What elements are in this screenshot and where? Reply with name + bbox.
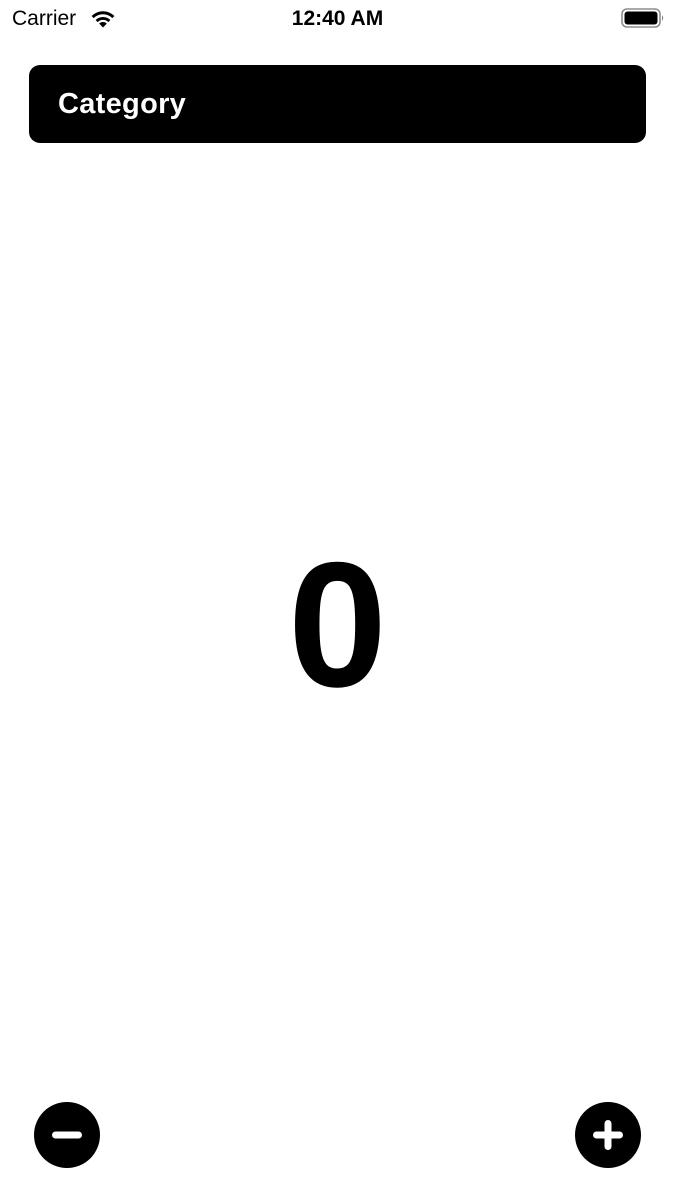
category-title: Category: [58, 87, 187, 120]
status-bar: Carrier 12:40 AM: [0, 0, 675, 38]
category-header[interactable]: Category: [29, 65, 646, 143]
minus-circle-icon: [52, 1131, 82, 1139]
battery-full-icon: [621, 8, 665, 28]
counter-value: 0: [288, 525, 387, 724]
decrement-button[interactable]: [34, 1102, 100, 1168]
increment-button[interactable]: [575, 1102, 641, 1168]
status-time: 12:40 AM: [291, 7, 384, 30]
plus-circle-icon: [593, 1120, 623, 1150]
